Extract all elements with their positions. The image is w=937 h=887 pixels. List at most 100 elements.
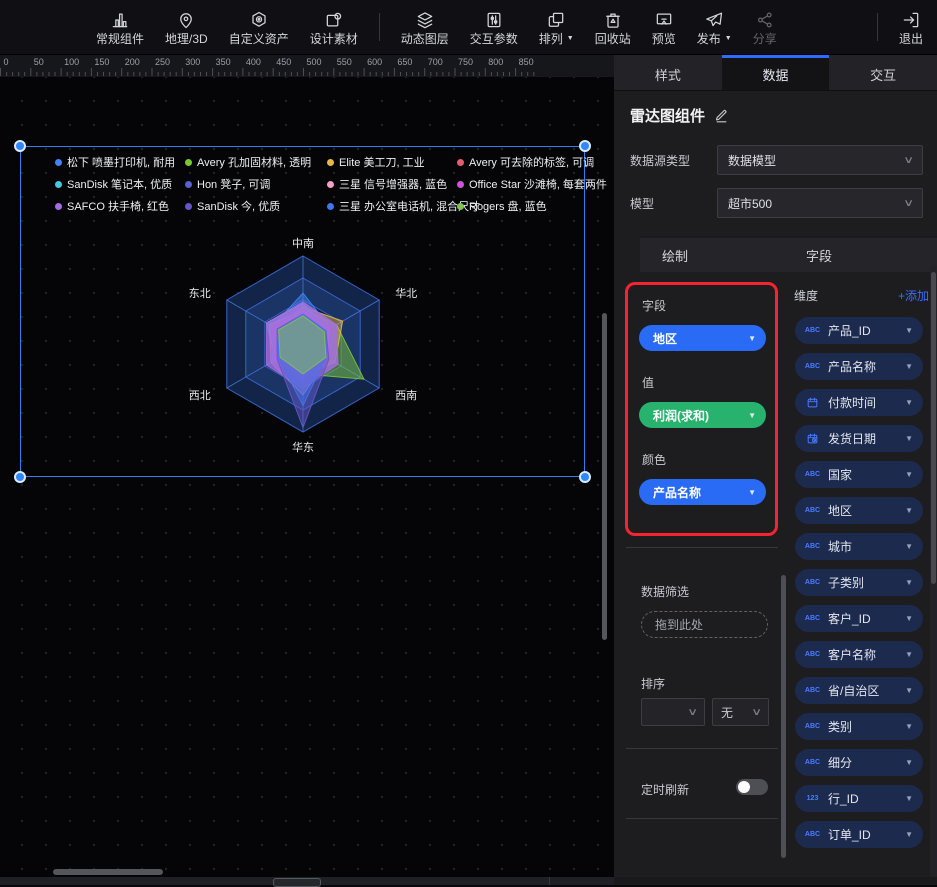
legend-item[interactable]: SAFCO 扶手椅, 红色 bbox=[55, 198, 173, 214]
tab-interaction[interactable]: 交互 bbox=[829, 55, 937, 90]
dimension-field-省/自治区[interactable]: ABC省/自治区▼ bbox=[795, 677, 923, 704]
legend-item[interactable]: SanDisk 笔记本, 优质 bbox=[55, 176, 173, 192]
dimension-field-子类别[interactable]: ABC子类别▼ bbox=[795, 569, 923, 596]
value-select[interactable]: 利润(求和) ▼ bbox=[639, 402, 766, 428]
dimension-field-客户名称[interactable]: ABC客户名称▼ bbox=[795, 641, 923, 668]
resize-handle-bottom-right[interactable] bbox=[579, 471, 591, 483]
model-row: 模型 超市500 ∨ bbox=[630, 188, 923, 218]
legend-item-label: Rogers 盘, 蓝色 bbox=[469, 198, 547, 214]
design-canvas[interactable]: 松下 喷墨打印机, 耐用 Avery 孔加固材料, 透明 Elite 美工刀, 工业… bbox=[0, 77, 614, 877]
toolbar-item-arrange[interactable]: 排列▼ bbox=[539, 10, 574, 45]
toolbar-item-label: 交互参数 bbox=[470, 33, 518, 45]
abc-icon: ABC bbox=[803, 687, 822, 694]
tab-style[interactable]: 样式 bbox=[614, 55, 722, 90]
legend-item[interactable]: Elite 美工刀, 工业 bbox=[327, 154, 445, 170]
abc-icon: ABC bbox=[803, 759, 822, 766]
resize-handle-bottom-left[interactable] bbox=[14, 471, 26, 483]
svg-text:0: 0 bbox=[4, 57, 9, 67]
datasource-select[interactable]: 数据模型 ∨ bbox=[717, 145, 923, 175]
svg-text:450: 450 bbox=[276, 57, 291, 67]
share-icon bbox=[755, 10, 775, 30]
legend-item[interactable]: Avery 可去除的标签, 可调 bbox=[457, 154, 607, 170]
panel-scrollbar-thumb[interactable] bbox=[931, 272, 936, 584]
radar-chart-component[interactable]: 松下 喷墨打印机, 耐用 Avery 孔加固材料, 透明 Elite 美工刀, 工业… bbox=[20, 146, 585, 477]
dimension-field-国家[interactable]: ABC国家▼ bbox=[795, 461, 923, 488]
tab-data[interactable]: 数据 bbox=[722, 55, 830, 90]
toolbar-item-exit[interactable]: 退出 bbox=[899, 10, 923, 45]
legend-item[interactable]: SanDisk 今, 优质 bbox=[185, 198, 315, 214]
field-select[interactable]: 地区 ▼ bbox=[639, 325, 766, 351]
caret-down-icon: ▼ bbox=[905, 542, 913, 551]
subtab-draw[interactable]: 绘制 bbox=[662, 246, 688, 265]
chevron-down-icon: ∨ bbox=[903, 198, 914, 209]
sliders-icon bbox=[484, 10, 504, 30]
legend-item[interactable]: 松下 喷墨打印机, 耐用 bbox=[55, 154, 173, 170]
abc-icon: ABC bbox=[803, 363, 822, 370]
field-name: 类别 bbox=[828, 718, 899, 735]
toolbar-item-hexagon-asset[interactable]: 自定义资产 bbox=[229, 10, 289, 45]
auto-refresh-toggle[interactable] bbox=[736, 779, 768, 795]
legend-item-label: 三星 信号增强器, 蓝色 bbox=[339, 176, 447, 192]
map-pin-icon bbox=[176, 10, 196, 30]
abc-icon: ABC bbox=[803, 615, 822, 622]
dimension-field-发货日期[interactable]: 发货日期▼ bbox=[795, 425, 923, 452]
resize-handle-top-left[interactable] bbox=[14, 140, 26, 152]
legend-item-label: SAFCO 扶手椅, 红色 bbox=[67, 198, 169, 214]
dimension-field-类别[interactable]: ABC类别▼ bbox=[795, 713, 923, 740]
resize-handle-top-right[interactable] bbox=[579, 140, 591, 152]
svg-text:250: 250 bbox=[155, 57, 170, 67]
dimension-field-地区[interactable]: ABC地区▼ bbox=[795, 497, 923, 524]
svg-text:华东: 华东 bbox=[292, 440, 314, 454]
edit-pencil-icon[interactable] bbox=[714, 108, 729, 123]
model-select[interactable]: 超市500 ∨ bbox=[717, 188, 923, 218]
sort-order-select[interactable]: 无 ∨ bbox=[712, 698, 769, 726]
legend-item[interactable]: Avery 孔加固材料, 透明 bbox=[185, 154, 315, 170]
dimension-field-客户_ID[interactable]: ABC客户_ID▼ bbox=[795, 605, 923, 632]
sort-field-select[interactable]: ∨ bbox=[641, 698, 705, 726]
toolbar-item-send[interactable]: 发布▼ bbox=[697, 10, 732, 45]
dimension-field-行_ID[interactable]: 123行_ID▼ bbox=[795, 785, 923, 812]
bottom-status-bar bbox=[0, 877, 937, 885]
legend-item-label: Elite 美工刀, 工业 bbox=[339, 154, 425, 170]
dimension-field-订单_ID[interactable]: ABC订单_ID▼ bbox=[795, 821, 923, 848]
legend-item[interactable]: 三星 信号增强器, 蓝色 bbox=[327, 176, 445, 192]
legend-color-dot bbox=[185, 203, 192, 210]
toolbar-item-sliders[interactable]: 交互参数 bbox=[470, 10, 518, 45]
svg-text:700: 700 bbox=[428, 57, 443, 67]
toolbar-item-map-pin[interactable]: 地理/3D bbox=[165, 10, 208, 45]
preview-icon bbox=[654, 10, 674, 30]
canvas-horizontal-scrollbar[interactable] bbox=[53, 869, 163, 875]
toolbar-item-design-material[interactable]: 设计素材 bbox=[310, 10, 358, 45]
add-dimension-button[interactable]: +添加 bbox=[898, 287, 929, 304]
legend-item[interactable]: Hon 凳子, 可调 bbox=[185, 176, 315, 192]
caret-down-icon: ▼ bbox=[905, 434, 913, 443]
svg-text:350: 350 bbox=[216, 57, 231, 67]
dimension-field-产品_ID[interactable]: ABC产品_ID▼ bbox=[795, 317, 923, 344]
svg-text:150: 150 bbox=[94, 57, 109, 67]
legend-item[interactable]: Rogers 盘, 蓝色 bbox=[457, 198, 607, 214]
legend-item[interactable]: 三星 办公室电话机, 混合尺寸 bbox=[327, 198, 445, 214]
settings-panel: 样式 数据 交互 雷达图组件 数据源类型 数据模型 ∨ 模型 超市500 ∨ bbox=[614, 55, 937, 885]
legend-item[interactable]: Office Star 沙滩椅, 每套两件 bbox=[457, 176, 607, 192]
toolbar-item-layers[interactable]: 动态图层 bbox=[401, 10, 449, 45]
bottom-bar-control[interactable] bbox=[273, 878, 321, 887]
filter-drop-zone[interactable]: 拖到此处 bbox=[641, 611, 768, 638]
canvas-vertical-scrollbar[interactable] bbox=[602, 313, 607, 640]
svg-text:100: 100 bbox=[64, 57, 79, 67]
field-name: 省/自治区 bbox=[828, 682, 899, 699]
legend-color-dot bbox=[457, 181, 464, 188]
color-select[interactable]: 产品名称 ▼ bbox=[639, 479, 766, 505]
subtab-field[interactable]: 字段 bbox=[806, 246, 832, 265]
dimension-field-城市[interactable]: ABC城市▼ bbox=[795, 533, 923, 560]
dimension-field-付款时间[interactable]: 付款时间▼ bbox=[795, 389, 923, 416]
toolbar-item-trash[interactable]: 回收站 bbox=[595, 10, 631, 45]
hexagon-asset-icon bbox=[249, 10, 269, 30]
toolbar-item-chart-bar[interactable]: 常规组件 bbox=[96, 10, 144, 45]
dimension-field-细分[interactable]: ABC细分▼ bbox=[795, 749, 923, 776]
toolbar-item-preview[interactable]: 预览 bbox=[652, 10, 676, 45]
dimension-field-产品名称[interactable]: ABC产品名称▼ bbox=[795, 353, 923, 380]
abc-icon: ABC bbox=[803, 651, 822, 658]
auto-refresh-label: 定时刷新 bbox=[641, 781, 689, 798]
toggle-knob bbox=[738, 781, 750, 793]
panel-inner-scrollbar[interactable] bbox=[781, 575, 786, 858]
